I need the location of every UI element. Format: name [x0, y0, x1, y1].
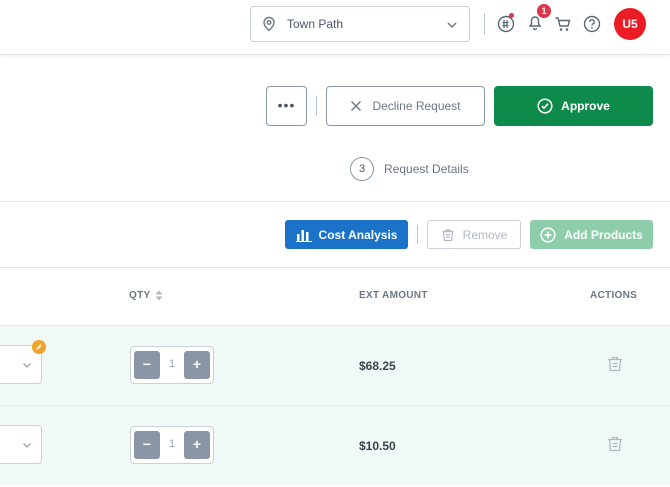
ext-amount: $68.25 [359, 359, 396, 373]
cost-analysis-button[interactable]: Cost Analysis [285, 220, 408, 249]
quantity-stepper: − 1 + [130, 426, 214, 464]
section-divider [0, 201, 670, 202]
top-bar: Town Path 1 U5 [0, 0, 670, 55]
approve-button[interactable]: Approve [494, 86, 653, 126]
decline-request-label: Decline Request [372, 99, 461, 113]
increment-button[interactable]: + [184, 431, 210, 459]
sort-icon [155, 290, 163, 301]
approve-label: Approve [561, 99, 610, 113]
toolbar-divider-line [0, 267, 670, 268]
location-select[interactable]: Town Path [250, 6, 470, 42]
decrement-button[interactable]: − [134, 351, 160, 379]
location-select-value: Town Path [287, 17, 344, 31]
quantity-value[interactable]: 1 [161, 358, 183, 370]
table-row: − 1 + $68.25 [0, 325, 670, 405]
add-products-button[interactable]: Add Products [530, 220, 653, 249]
decrement-button[interactable]: − [134, 431, 160, 459]
actions-divider [316, 96, 317, 116]
toolbar-divider [417, 225, 418, 244]
add-products-label: Add Products [564, 227, 643, 242]
close-icon [351, 101, 362, 111]
column-header-qty[interactable]: QTY [129, 290, 163, 301]
remove-button[interactable]: Remove [427, 220, 521, 249]
quantity-stepper: − 1 + [130, 346, 214, 384]
column-header-ext-amount: EXT AMOUNT [359, 290, 428, 301]
trash-icon[interactable] [606, 435, 624, 453]
currency-alert-dot [509, 13, 514, 18]
step-number: 3 [350, 157, 374, 181]
edit-icon[interactable] [32, 340, 46, 354]
bar-chart-icon [295, 229, 312, 242]
cost-analysis-label: Cost Analysis [318, 227, 398, 242]
step-indicator: 3 Request Details [350, 157, 469, 181]
remove-label: Remove [462, 227, 508, 242]
decline-request-button[interactable]: Decline Request [326, 86, 485, 126]
chevron-down-icon [447, 22, 457, 29]
increment-button[interactable]: + [184, 351, 210, 379]
ext-amount: $10.50 [359, 439, 396, 453]
chevron-down-icon [23, 363, 31, 368]
check-circle-icon [537, 98, 553, 114]
row-dropdown[interactable] [0, 425, 42, 464]
avatar[interactable]: U5 [614, 8, 646, 40]
help-icon[interactable] [583, 15, 601, 33]
header-divider [484, 13, 485, 35]
location-pin-icon [263, 16, 275, 32]
trash-icon [442, 228, 454, 241]
step-label: Request Details [384, 162, 469, 176]
quantity-value[interactable]: 1 [161, 438, 183, 450]
table-row: − 1 + $10.50 [0, 405, 670, 485]
cart-icon[interactable] [554, 15, 572, 33]
notification-badge: 1 [537, 4, 551, 18]
plus-circle-icon [540, 226, 556, 243]
chevron-down-icon [23, 443, 31, 448]
column-header-actions: ACTIONS [590, 290, 638, 301]
trash-icon[interactable] [606, 355, 624, 373]
more-options-button[interactable]: ••• [266, 86, 307, 126]
column-header-qty-label: QTY [129, 290, 151, 301]
